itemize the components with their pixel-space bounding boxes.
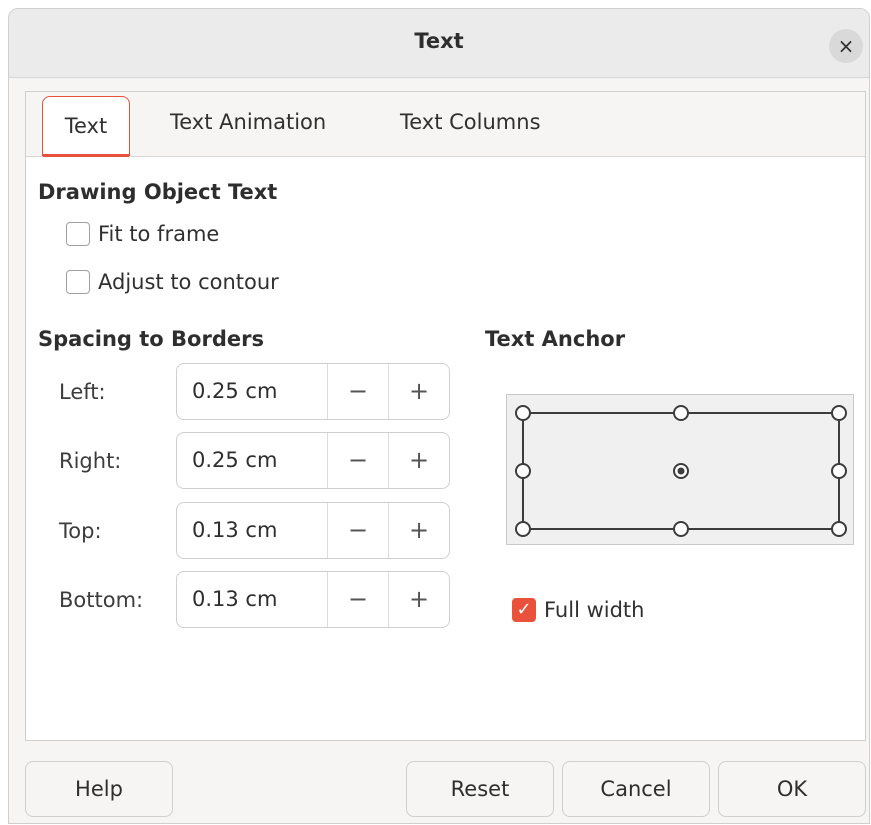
drawing-object-text-heading: Drawing Object Text (38, 180, 278, 204)
text-dialog: Text × Text Text Animation Text Columns … (8, 8, 870, 824)
top-spinbox[interactable]: 0.13 cm − + (176, 502, 450, 559)
full-width-label: Full width (544, 598, 645, 622)
increment-button[interactable]: + (388, 364, 449, 419)
fit-to-frame-label: Fit to frame (98, 222, 220, 246)
anchor-middle-right[interactable] (831, 463, 847, 479)
left-value[interactable]: 0.25 cm (177, 364, 327, 419)
bottom-label: Bottom: (59, 588, 144, 612)
anchor-grid (515, 405, 847, 537)
decrement-button[interactable]: − (327, 364, 388, 419)
ok-button[interactable]: OK (718, 761, 866, 817)
right-spinbox[interactable]: 0.25 cm − + (176, 432, 450, 489)
decrement-button[interactable]: − (327, 572, 388, 627)
tab-bar: Text Text Animation Text Columns (26, 92, 865, 157)
decrement-button[interactable]: − (327, 503, 388, 558)
top-value[interactable]: 0.13 cm (177, 503, 327, 558)
decrement-button[interactable]: − (327, 433, 388, 488)
bottom-value[interactable]: 0.13 cm (177, 572, 327, 627)
bottom-spinbox[interactable]: 0.13 cm − + (176, 571, 450, 628)
dialog-title: Text (414, 29, 464, 53)
increment-button[interactable]: + (388, 503, 449, 558)
top-label: Top: (59, 519, 102, 543)
tab-text-columns[interactable]: Text Columns (400, 110, 541, 134)
anchor-center-selected-dot (677, 467, 685, 475)
text-anchor-heading: Text Anchor (485, 327, 626, 351)
tab-text-animation[interactable]: Text Animation (170, 110, 326, 134)
right-value[interactable]: 0.25 cm (177, 433, 327, 488)
anchor-bottom-left[interactable] (515, 521, 531, 537)
increment-button[interactable]: + (388, 433, 449, 488)
anchor-top-center[interactable] (673, 405, 689, 421)
tab-text[interactable]: Text (42, 96, 130, 157)
adjust-to-contour-checkbox[interactable]: Adjust to contour (66, 270, 279, 294)
left-spinbox[interactable]: 0.25 cm − + (176, 363, 450, 420)
anchor-top-left[interactable] (515, 405, 531, 421)
right-label: Right: (59, 449, 122, 473)
text-anchor-selector[interactable] (506, 394, 854, 545)
cancel-button[interactable]: Cancel (562, 761, 710, 817)
close-button[interactable]: × (829, 29, 863, 63)
fit-to-frame-checkbox[interactable]: Fit to frame (66, 222, 219, 246)
anchor-top-right[interactable] (831, 405, 847, 421)
checkbox-box[interactable] (66, 270, 90, 294)
full-width-checkbox[interactable]: ✓ Full width (512, 598, 644, 622)
anchor-bottom-right[interactable] (831, 521, 847, 537)
adjust-to-contour-label: Adjust to contour (98, 270, 279, 294)
spacing-to-borders-heading: Spacing to Borders (38, 327, 264, 351)
tab-panel: Text Text Animation Text Columns Drawing… (25, 91, 866, 741)
titlebar: Text × (9, 9, 869, 78)
checkmark-icon[interactable]: ✓ (512, 598, 536, 622)
help-button[interactable]: Help (25, 761, 173, 817)
increment-button[interactable]: + (388, 572, 449, 627)
reset-button[interactable]: Reset (406, 761, 554, 817)
left-label: Left: (59, 380, 106, 404)
anchor-middle-left[interactable] (515, 463, 531, 479)
checkbox-box[interactable] (66, 222, 90, 246)
anchor-bottom-center[interactable] (673, 521, 689, 537)
